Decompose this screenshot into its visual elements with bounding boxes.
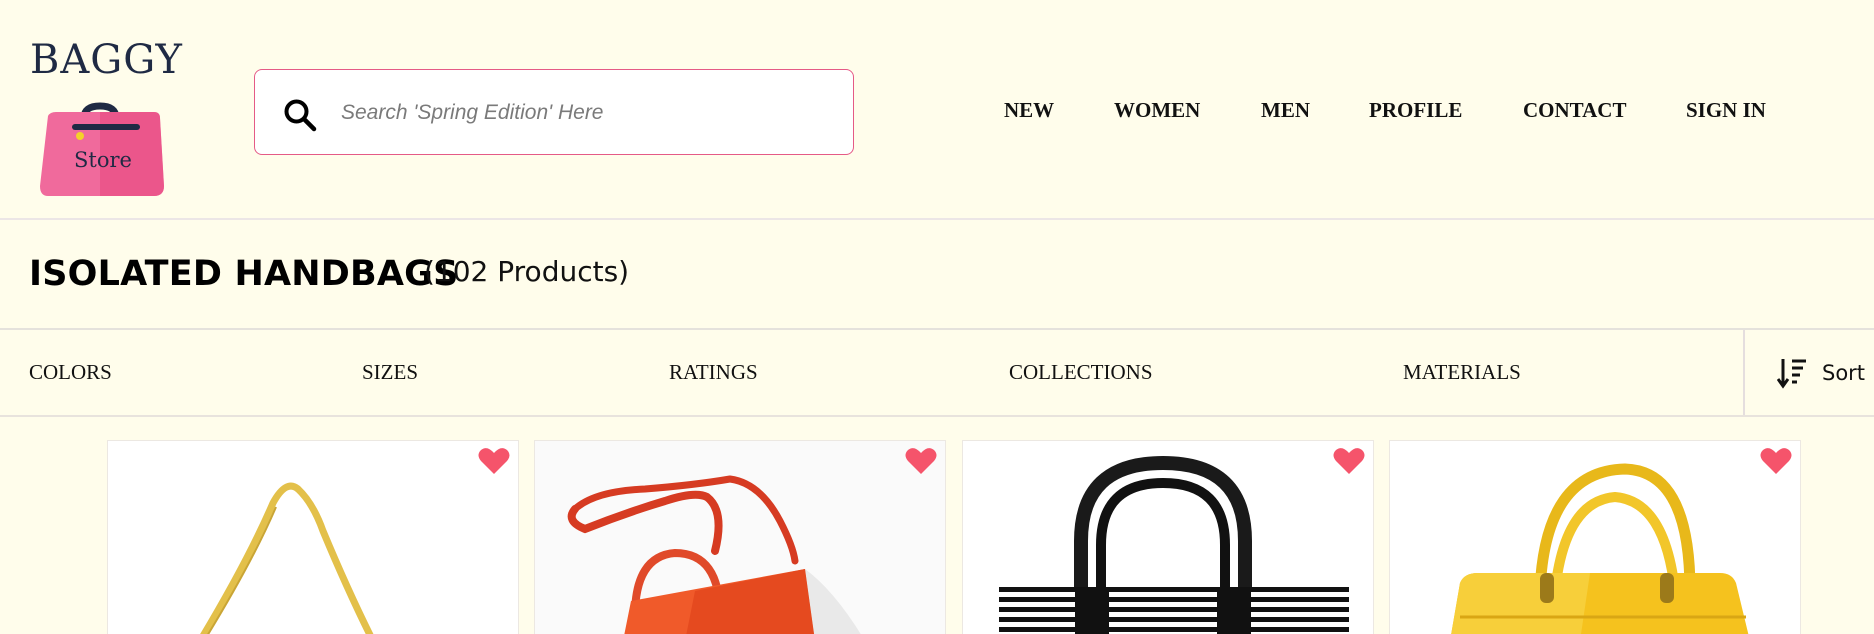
favorite-heart-icon[interactable] bbox=[478, 447, 510, 475]
sort-label: Sort bbox=[1822, 361, 1866, 385]
sort-button[interactable]: Sort bbox=[1743, 330, 1874, 415]
sort-descending-icon bbox=[1777, 359, 1806, 389]
product-image-black-white-striped-tote bbox=[999, 455, 1349, 634]
nav-sign-in[interactable]: SIGN IN bbox=[1686, 98, 1766, 123]
product-card[interactable] bbox=[1389, 440, 1801, 634]
nav-new[interactable]: NEW bbox=[1004, 98, 1054, 123]
search-input[interactable] bbox=[339, 70, 833, 156]
nav-profile[interactable]: PROFILE bbox=[1369, 98, 1462, 123]
product-count: (102 Products) bbox=[424, 255, 630, 288]
favorite-heart-icon[interactable] bbox=[905, 447, 937, 475]
nav-men[interactable]: MEN bbox=[1261, 98, 1310, 123]
product-image-yellow-top-handle-bag bbox=[1451, 463, 1749, 634]
filter-ratings[interactable]: RATINGS bbox=[669, 360, 758, 385]
handbag-logo-icon bbox=[40, 102, 164, 196]
filter-colors[interactable]: COLORS bbox=[29, 360, 112, 385]
product-image-yellow-shoulder-bag bbox=[200, 482, 374, 634]
product-card[interactable] bbox=[534, 440, 946, 634]
product-card[interactable] bbox=[962, 440, 1374, 634]
logo-brand-text: BAGGY bbox=[30, 37, 183, 83]
logo-store-text: Store bbox=[74, 148, 132, 172]
filter-bar: COLORS SIZES RATINGS COLLECTIONS MATERIA… bbox=[0, 330, 1874, 417]
filter-sizes[interactable]: SIZES bbox=[362, 360, 418, 385]
favorite-heart-icon[interactable] bbox=[1760, 447, 1792, 475]
nav-women[interactable]: WOMEN bbox=[1114, 98, 1200, 123]
store-logo[interactable]: BAGGY Store bbox=[26, 38, 186, 198]
nav-contact[interactable]: CONTACT bbox=[1523, 98, 1626, 123]
search-box[interactable] bbox=[254, 69, 854, 156]
filter-materials[interactable]: MATERIALS bbox=[1403, 360, 1521, 385]
filter-collections[interactable]: COLLECTIONS bbox=[1009, 360, 1153, 385]
product-image-red-crossbody-bag bbox=[535, 441, 945, 634]
site-header: BAGGY Store NEW WOMEN MEN PROFILE CONTAC… bbox=[0, 0, 1874, 220]
product-card[interactable] bbox=[107, 440, 519, 634]
category-header: ISOLATED HANDBAGS (102 Products) bbox=[0, 220, 1874, 330]
page-title: ISOLATED HANDBAGS bbox=[29, 254, 459, 294]
favorite-heart-icon[interactable] bbox=[1333, 447, 1365, 475]
search-icon[interactable] bbox=[283, 98, 317, 132]
